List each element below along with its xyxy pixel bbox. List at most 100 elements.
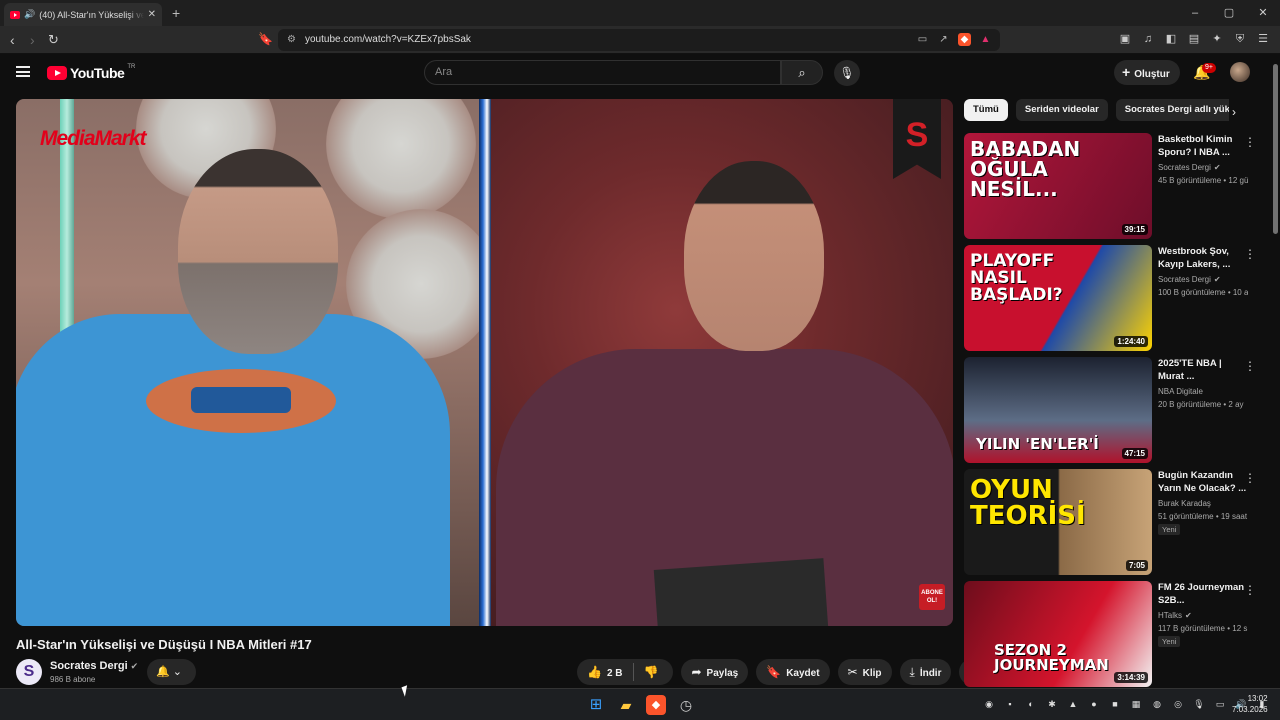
guide-menu-icon[interactable]	[16, 66, 30, 77]
wallet-icon[interactable]: ▤	[1187, 32, 1201, 46]
video-thumbnail[interactable]: PLAYOFF NASIL BAŞLADI? 1:24:40	[964, 245, 1152, 351]
speaker-right-head	[684, 161, 824, 351]
more-options-icon[interactable]: ⋮	[1244, 135, 1256, 149]
cast-icon[interactable]: ▭	[916, 33, 929, 46]
clock-app-icon[interactable]: ◷	[676, 695, 696, 715]
windows-start-icon[interactable]: ⊞	[586, 695, 606, 715]
more-options-icon[interactable]: ⋮	[1244, 247, 1256, 261]
duration-badge: 47:15	[1121, 448, 1148, 459]
recommendation-item[interactable]: SEZON 2 JOURNEYMAN 3:14:39 FM 26 Journey…	[964, 581, 1264, 687]
forward-button[interactable]: ›	[30, 32, 35, 48]
subscription-bell-button[interactable]: 🔔 ⌄	[147, 659, 196, 685]
clock-time: 13:02	[1247, 694, 1268, 703]
close-tab-icon[interactable]: ✕	[148, 9, 156, 20]
tray-app-icon[interactable]: ▦	[1130, 698, 1142, 710]
more-options-icon[interactable]: ⋮	[1244, 359, 1256, 373]
reload-button[interactable]: ↻	[48, 32, 59, 48]
recommendation-channel[interactable]: NBA Digitale	[1158, 387, 1203, 396]
dislike-button[interactable]: 👎	[634, 659, 674, 685]
media-icon[interactable]: ♫	[1141, 32, 1155, 46]
brave-browser-icon[interactable]: ◆	[646, 695, 666, 715]
leo-ai-icon[interactable]: ✦	[1210, 32, 1224, 46]
recommendation-title[interactable]: Bugün Kazandın Yarın Ne Olacak? ...	[1158, 469, 1248, 495]
tray-app-icon[interactable]: ●	[1088, 698, 1100, 710]
recommendation-title[interactable]: Westbrook Şov, Kayıp Lakers, ...	[1158, 245, 1248, 271]
youtube-logo[interactable]: YouTube TR	[47, 64, 135, 81]
chip-uploader[interactable]: Socrates Dergi adlı yükleyici	[1115, 99, 1229, 121]
system-clock[interactable]: 13:02 7.03.2026	[1232, 693, 1268, 715]
tray-app-icon[interactable]: ◍	[1151, 698, 1163, 710]
voice-search-button[interactable]: 🎙	[834, 60, 860, 86]
brave-shield-icon[interactable]: ◆	[958, 33, 971, 46]
tray-app-icon[interactable]: ◎	[1172, 698, 1184, 710]
sidebar-icon[interactable]: ◧	[1164, 32, 1178, 46]
channel-text: Socrates Dergi	[1158, 275, 1211, 284]
search-input[interactable]: Ara	[424, 60, 781, 85]
recommendation-channel[interactable]: HTalks ✔	[1158, 611, 1192, 620]
video-player[interactable]: MediaMarkt S ABONE OL!	[16, 99, 953, 626]
channel-avatar[interactable]: S	[16, 659, 42, 685]
tray-app-icon[interactable]: ◉	[983, 698, 995, 710]
recommendation-title[interactable]: Basketbol Kimin Sporu? I NBA ...	[1158, 133, 1248, 159]
share-icon: ➦	[691, 665, 702, 679]
network-icon[interactable]: ▭	[1214, 698, 1226, 710]
site-info-icon[interactable]: ⚙	[287, 29, 296, 51]
chip-series[interactable]: Seriden videolar	[1015, 99, 1108, 121]
bookmark-icon[interactable]: 🔖	[258, 32, 273, 46]
recommendation-item[interactable]: YILIN 'EN'LER'İ 47:15 2025'TE NBA | Mura…	[964, 357, 1264, 463]
close-window-button[interactable]: ✕	[1246, 0, 1280, 26]
download-button[interactable]: ⤓ İndir	[899, 659, 952, 685]
video-thumbnail[interactable]: SEZON 2 JOURNEYMAN 3:14:39	[964, 581, 1152, 687]
tray-app-icon[interactable]: ■	[1109, 698, 1121, 710]
video-thumbnail[interactable]: YILIN 'EN'LER'İ 47:15	[964, 357, 1152, 463]
new-tab-button[interactable]: +	[172, 5, 180, 21]
account-avatar[interactable]	[1230, 62, 1250, 82]
vpn-icon[interactable]: ⛨	[1233, 32, 1247, 46]
create-button[interactable]: + Oluştur	[1114, 60, 1180, 85]
chevron-right-icon[interactable]: ›	[1232, 105, 1236, 119]
tray-app-icon[interactable]: ▪	[1004, 698, 1016, 710]
minimize-button[interactable]: –	[1178, 0, 1212, 26]
recommendation-channel[interactable]: Burak Karadaş	[1158, 499, 1211, 508]
share-button[interactable]: ➦ Paylaş	[681, 659, 749, 685]
scrollbar-thumb[interactable]	[1273, 64, 1278, 234]
browser-tab[interactable]: 🔊 (40) All-Star'ın Yükselişi ve Dü ✕	[4, 3, 162, 26]
verified-icon: ✔	[1185, 611, 1192, 620]
plus-icon: +	[1122, 64, 1131, 80]
duration-badge: 7:05	[1125, 560, 1148, 571]
clip-button[interactable]: ✂ Klip	[837, 659, 892, 685]
more-options-icon[interactable]: ⋮	[1244, 471, 1256, 485]
recommendation-item[interactable]: BABADAN OĞULA NESİL... 39:15 Basketbol K…	[964, 133, 1264, 239]
search-button[interactable]: ⌕	[781, 60, 823, 85]
file-explorer-icon[interactable]: ▰	[616, 695, 636, 715]
chip-all[interactable]: Tümü	[964, 99, 1008, 121]
recommendation-title[interactable]: FM 26 Journeyman S2B...	[1158, 581, 1248, 607]
menu-icon[interactable]: ☰	[1256, 32, 1270, 46]
recommendation-channel[interactable]: Socrates Dergi ✔	[1158, 163, 1221, 172]
video-thumbnail[interactable]: BABADAN OĞULA NESİL... 39:15	[964, 133, 1152, 239]
microphone-icon[interactable]: 🎙	[1193, 698, 1205, 710]
maximize-button[interactable]: ▢	[1212, 0, 1246, 26]
tray-app-icon[interactable]: ▲	[1067, 698, 1079, 710]
tray-app-icon[interactable]: ◐	[1025, 698, 1037, 710]
channel-text: HTalks	[1158, 611, 1183, 620]
recommendation-item[interactable]: PLAYOFF NASIL BAŞLADI? 1:24:40 Westbrook…	[964, 245, 1264, 351]
page-scrollbar[interactable]	[1271, 54, 1280, 688]
subscribe-watermark[interactable]: ABONE OL!	[919, 584, 945, 610]
paper-notes	[653, 558, 829, 626]
back-button[interactable]: ‹	[10, 32, 15, 48]
recommendation-title[interactable]: 2025'TE NBA | Murat ...	[1158, 357, 1248, 383]
share-page-icon[interactable]: ↗	[937, 33, 950, 46]
address-bar[interactable]: ⚙ youtube.com/watch?v=KZEx7pbsSak ▭ ↗ ◆ …	[278, 29, 1000, 51]
like-button[interactable]: 👍 2 B	[577, 659, 633, 685]
recommendation-item[interactable]: OYUN TEORİSİ 7:05 Bugün Kazandın Yarın N…	[964, 469, 1264, 575]
recommendation-channel[interactable]: Socrates Dergi ✔	[1158, 275, 1221, 284]
save-button[interactable]: 🔖 Kaydet	[756, 659, 830, 685]
speaker-left	[16, 314, 450, 626]
more-options-icon[interactable]: ⋮	[1244, 583, 1256, 597]
tray-app-icon[interactable]: ✱	[1046, 698, 1058, 710]
screenshot-icon[interactable]: ▣	[1118, 32, 1132, 46]
channel-name[interactable]: Socrates Dergi ✔	[50, 660, 138, 672]
brave-rewards-icon[interactable]: ▲	[979, 33, 992, 46]
video-thumbnail[interactable]: OYUN TEORİSİ 7:05	[964, 469, 1152, 575]
